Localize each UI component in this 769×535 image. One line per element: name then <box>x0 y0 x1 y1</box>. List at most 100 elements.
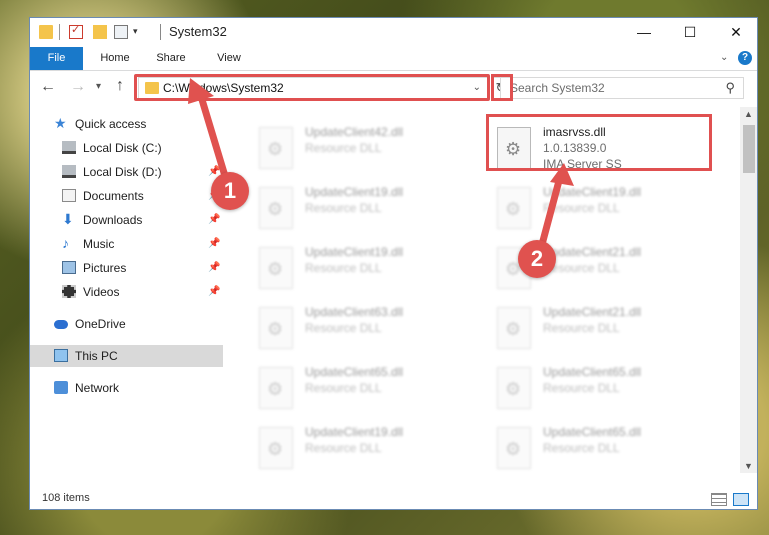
title-bar: ▾ System32 — ☐ ✕ <box>30 18 757 47</box>
sidebar-item-onedrive[interactable]: OneDrive <box>30 313 223 335</box>
list-item[interactable]: ⚙ UpdateClient19.dll Resource DLL <box>249 181 481 237</box>
dll-file-icon: ⚙ <box>259 307 293 349</box>
file-name: UpdateClient21.dll <box>543 305 642 319</box>
toolbar-divider <box>59 24 60 40</box>
music-icon: ♪ <box>62 235 69 251</box>
file-description: Resource DLL <box>543 321 620 335</box>
sidebar-item-music[interactable]: ♪ Music 📌 <box>30 233 223 255</box>
sidebar-item-downloads[interactable]: ⬇ Downloads 📌 <box>30 209 223 231</box>
file-name: UpdateClient19.dll <box>305 245 404 259</box>
pin-icon[interactable]: 📌 <box>208 262 220 273</box>
sidebar-item-pictures[interactable]: Pictures 📌 <box>30 257 223 279</box>
sidebar-item-documents[interactable]: Documents 📌 <box>30 185 223 207</box>
network-icon <box>54 381 68 394</box>
dll-file-icon: ⚙ <box>259 367 293 409</box>
file-name: UpdateClient19.dll <box>305 185 404 199</box>
sidebar-item-local-disk-d[interactable]: Local Disk (D:) 📌 <box>30 161 223 183</box>
list-item[interactable]: ⚙ UpdateClient65.dll Resource DLL <box>249 361 481 417</box>
help-icon[interactable]: ? <box>738 51 752 65</box>
sidebar-item-label: Downloads <box>83 213 143 227</box>
search-icon[interactable]: ⚲ <box>725 80 735 96</box>
sidebar-item-label: Music <box>83 237 115 251</box>
list-item[interactable]: ⚙ UpdateClient63.dll Resource DLL <box>249 301 481 357</box>
pictures-icon <box>62 261 76 274</box>
item-count: 108 items <box>42 492 90 504</box>
forward-arrow-icon[interactable]: → <box>70 78 86 96</box>
scroll-down-arrow-icon[interactable]: ▼ <box>744 461 753 471</box>
file-description: Resource DLL <box>543 381 620 395</box>
recent-locations-chevron-icon[interactable]: ▾ <box>96 81 101 92</box>
up-arrow-icon[interactable]: ↑ <box>116 77 124 95</box>
dll-file-icon: ⚙ <box>497 187 531 229</box>
tab-home[interactable]: Home <box>90 47 140 70</box>
dll-file-icon: ⚙ <box>497 307 531 349</box>
callout-badge-2: 2 <box>518 240 556 278</box>
list-item[interactable]: ⚙ UpdateClient21.dll Resource DLL <box>487 301 719 357</box>
list-item[interactable]: ⚙ UpdateClient19.dll Resource DLL <box>249 421 481 477</box>
file-name: UpdateClient65.dll <box>543 425 642 439</box>
target-file-highlight <box>486 114 712 171</box>
file-description: Resource DLL <box>305 261 382 275</box>
computer-icon <box>54 349 68 362</box>
download-icon: ⬇ <box>62 211 74 227</box>
scrollbar-thumb[interactable] <box>743 125 755 173</box>
pin-icon[interactable]: 📌 <box>208 238 220 249</box>
list-item[interactable]: ⚙ UpdateClient19.dll Resource DLL <box>487 181 719 237</box>
folder-icon <box>39 25 53 39</box>
tab-view[interactable]: View <box>204 47 254 70</box>
dll-file-icon: ⚙ <box>497 427 531 469</box>
file-name: UpdateClient65.dll <box>305 365 404 379</box>
videos-icon <box>62 285 76 298</box>
list-item[interactable]: ⚙ UpdateClient65.dll Resource DLL <box>487 361 719 417</box>
file-description: Resource DLL <box>305 321 382 335</box>
file-name: UpdateClient19.dll <box>305 425 404 439</box>
dll-file-icon: ⚙ <box>259 127 293 169</box>
sidebar-item-network[interactable]: Network <box>30 377 223 399</box>
sidebar-item-quick-access[interactable]: ★ Quick access <box>30 113 223 135</box>
navigation-pane: ★ Quick access Local Disk (C:) Local Dis… <box>30 107 223 473</box>
list-item[interactable]: ⚙ UpdateClient19.dll Resource DLL <box>249 241 481 297</box>
file-description: Resource DLL <box>305 441 382 455</box>
sidebar-item-videos[interactable]: Videos 📌 <box>30 281 223 303</box>
sidebar-item-label: Documents <box>83 189 144 203</box>
details-view-icon[interactable] <box>711 493 727 506</box>
close-button[interactable]: ✕ <box>713 18 757 47</box>
large-icons-view-icon[interactable] <box>733 493 749 506</box>
sidebar-item-label: Quick access <box>75 117 147 131</box>
documents-icon <box>62 189 76 202</box>
file-description: Resource DLL <box>543 441 620 455</box>
pin-icon[interactable]: 📌 <box>208 286 220 297</box>
sidebar-item-this-pc[interactable]: This PC <box>30 345 223 367</box>
star-icon: ★ <box>54 115 67 131</box>
dll-file-icon: ⚙ <box>259 427 293 469</box>
address-bar-highlight <box>134 74 490 101</box>
maximize-button[interactable]: ☐ <box>667 18 713 47</box>
file-name: UpdateClient65.dll <box>543 365 642 379</box>
customize-toolbar-chevron-icon[interactable]: ▾ <box>133 26 138 37</box>
sidebar-item-local-disk-c[interactable]: Local Disk (C:) <box>30 137 223 159</box>
new-folder-icon[interactable] <box>93 25 107 39</box>
file-description: Resource DLL <box>543 201 620 215</box>
sidebar-item-label: Local Disk (C:) <box>83 141 162 155</box>
dll-file-icon: ⚙ <box>497 367 531 409</box>
tab-file[interactable]: File <box>30 47 83 70</box>
list-item[interactable]: ⚙ UpdateClient65.dll Resource DLL <box>487 421 719 477</box>
sidebar-item-label: Videos <box>83 285 120 299</box>
scroll-up-arrow-icon[interactable]: ▲ <box>744 109 753 119</box>
pin-icon[interactable]: 📌 <box>208 214 220 225</box>
dll-file-icon: ⚙ <box>259 187 293 229</box>
back-arrow-icon[interactable]: ← <box>40 78 56 96</box>
minimize-button[interactable]: — <box>621 18 667 47</box>
list-item[interactable]: ⚙ UpdateClient42.dll Resource DLL <box>249 121 481 177</box>
properties-icon[interactable] <box>114 25 128 39</box>
sidebar-item-label: This PC <box>75 349 118 363</box>
expand-ribbon-chevron-icon[interactable]: ⌄ <box>720 52 728 63</box>
window-title: System32 <box>169 24 227 39</box>
file-list: ⚙ UpdateClient42.dll Resource DLL ⚙ Upda… <box>223 107 740 473</box>
search-box[interactable]: Search System32 ⚲ <box>500 77 744 99</box>
search-input[interactable]: Search System32 <box>510 81 605 95</box>
vertical-scrollbar[interactable]: ▲ ▼ <box>740 107 757 473</box>
properties-check-icon[interactable] <box>69 23 83 39</box>
title-divider <box>160 24 161 40</box>
tab-share[interactable]: Share <box>146 47 196 70</box>
